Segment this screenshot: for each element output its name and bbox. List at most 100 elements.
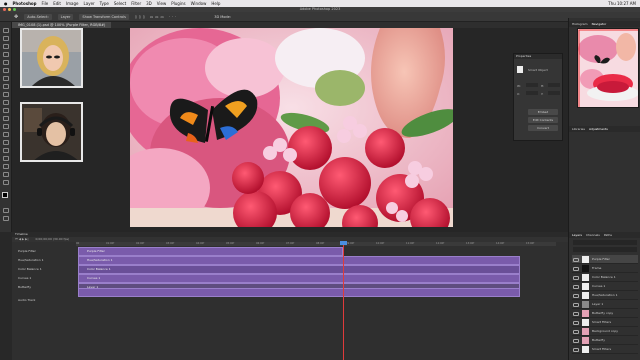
minimize-window-icon[interactable] <box>8 8 11 11</box>
tab-histogram[interactable]: Histogram <box>572 21 588 27</box>
menu-help[interactable]: Help <box>211 0 220 7</box>
track-name[interactable]: Butterfly <box>18 283 74 292</box>
layer-row[interactable]: Layer 1 <box>572 300 638 309</box>
clone-stamp-tool-icon[interactable] <box>3 92 9 97</box>
align-icons[interactable]: ▯▯▯ ▭▭▭ ··· <box>135 12 178 22</box>
menu-3d[interactable]: 3D <box>146 0 152 7</box>
layer-name[interactable]: Curves 1 <box>592 282 605 291</box>
playhead-handle[interactable] <box>340 241 347 245</box>
path-selection-tool-icon[interactable] <box>3 156 9 161</box>
menu-layer[interactable]: Layer <box>84 0 95 7</box>
track-name[interactable]: Purple Filter <box>18 247 74 256</box>
screen-mode-icon[interactable] <box>3 216 9 221</box>
menu-file[interactable]: File <box>42 0 49 7</box>
eye-icon[interactable] <box>573 303 579 307</box>
eye-icon[interactable] <box>573 312 579 316</box>
eye-icon[interactable] <box>573 348 579 352</box>
embed-button[interactable]: Embed <box>528 109 558 115</box>
brush-tool-icon[interactable] <box>3 84 9 89</box>
dodge-tool-icon[interactable] <box>3 132 9 137</box>
layer-name[interactable]: Purple Filter <box>592 255 610 264</box>
x-field[interactable] <box>526 91 538 95</box>
layer-name[interactable]: Smart Filters <box>592 345 611 354</box>
document-canvas[interactable] <box>130 28 453 227</box>
navigator-thumbnail[interactable] <box>577 28 639 108</box>
menu-edit[interactable]: Edit <box>53 0 61 7</box>
track-name[interactable]: Hue/Saturation 1 <box>18 256 74 265</box>
lasso-tool-icon[interactable] <box>3 44 9 49</box>
foreground-color-swatch[interactable] <box>2 192 8 198</box>
layer-row[interactable]: Frame <box>572 264 638 273</box>
layer-name[interactable]: Smart Filters <box>592 318 611 327</box>
layer-name[interactable]: Hue/Saturation 1 <box>592 291 618 300</box>
layer-row[interactable]: Curves 1 <box>572 282 638 291</box>
menu-type[interactable]: Type <box>100 0 109 7</box>
marquee-tool-icon[interactable] <box>3 36 9 41</box>
track-name[interactable]: Audio Track <box>18 296 74 305</box>
layer-row[interactable]: Purple Filter <box>572 255 638 264</box>
tab-layers[interactable]: Layers <box>572 232 582 238</box>
layer-row[interactable]: Butterfly <box>572 336 638 345</box>
type-tool-icon[interactable] <box>3 148 9 153</box>
layer-name[interactable]: Butterfly <box>592 336 605 345</box>
eyedropper-tool-icon[interactable] <box>3 68 9 73</box>
timeline-ruler[interactable]: 00 01:00f 02:00f 03:00f 04:00f 05:00f 06… <box>76 242 556 246</box>
layer-name[interactable]: Butterfly copy <box>592 309 613 318</box>
move-tool-icon[interactable]: ✥ <box>14 12 18 22</box>
layer-row[interactable]: Color Balance 1 <box>572 273 638 282</box>
eye-icon[interactable] <box>573 321 579 325</box>
layer-row[interactable]: Smart Filters <box>572 345 638 354</box>
timeline-clip[interactable]: Color Balance 1 <box>78 265 520 274</box>
track-name[interactable]: Color Balance 1 <box>18 265 74 274</box>
convert-button[interactable]: Convert <box>528 125 558 131</box>
layer-name[interactable]: Background copy <box>592 327 618 336</box>
auto-select-target-select[interactable]: Layer <box>57 13 74 20</box>
blend-mode-select[interactable] <box>573 247 637 252</box>
menu-window[interactable]: Window <box>191 0 207 7</box>
timeline-clip[interactable]: Curves 1 <box>78 274 520 283</box>
menu-app-name[interactable]: Photoshop <box>13 0 37 7</box>
layer-name[interactable]: Layer 1 <box>592 300 603 309</box>
menu-select[interactable]: Select <box>114 0 126 7</box>
pen-tool-icon[interactable] <box>3 140 9 145</box>
edit-contents-button[interactable]: Edit Contents <box>528 117 558 123</box>
layer-row[interactable]: Hue/Saturation 1 <box>572 291 638 300</box>
h-field[interactable] <box>548 83 560 87</box>
gradient-tool-icon[interactable] <box>3 116 9 121</box>
rectangle-tool-icon[interactable] <box>3 164 9 169</box>
close-window-icon[interactable] <box>3 8 6 11</box>
timeline-clip[interactable]: Hue/Saturation 1 <box>78 256 520 265</box>
eye-icon[interactable] <box>573 258 579 262</box>
y-field[interactable] <box>548 91 560 95</box>
quick-select-tool-icon[interactable] <box>3 52 9 57</box>
layer-name[interactable]: Frame <box>592 264 601 273</box>
apple-menu-icon[interactable]: ● <box>4 0 8 7</box>
layers-filter-bar[interactable] <box>573 240 637 245</box>
history-brush-tool-icon[interactable] <box>3 100 9 105</box>
menubar-clock[interactable]: Thu 10:27 AM <box>608 0 636 7</box>
auto-select-checkbox[interactable]: Auto-Select: <box>24 13 52 20</box>
menu-plugins[interactable]: Plugins <box>171 0 185 7</box>
eye-icon[interactable] <box>573 294 579 298</box>
menu-view[interactable]: View <box>157 0 167 7</box>
track-name[interactable]: Curves 1 <box>18 274 74 283</box>
playhead-line[interactable] <box>343 242 344 360</box>
menu-filter[interactable]: Filter <box>131 0 141 7</box>
layer-row[interactable]: Butterfly copy <box>572 309 638 318</box>
layer-name[interactable]: Color Balance 1 <box>592 273 616 282</box>
healing-brush-tool-icon[interactable] <box>3 76 9 81</box>
layer-row[interactable]: Background copy <box>572 327 638 336</box>
menu-image[interactable]: Image <box>66 0 79 7</box>
eraser-tool-icon[interactable] <box>3 108 9 113</box>
eye-icon[interactable] <box>573 276 579 280</box>
tab-paths[interactable]: Paths <box>604 232 612 238</box>
quick-mask-icon[interactable] <box>3 208 9 213</box>
hand-tool-icon[interactable] <box>3 172 9 177</box>
show-transform-controls-checkbox[interactable]: Show Transform Controls <box>79 13 129 20</box>
move-tool-icon[interactable] <box>3 28 9 33</box>
w-field[interactable] <box>526 83 538 87</box>
layer-row[interactable]: Smart Filters <box>572 318 638 327</box>
eye-icon[interactable] <box>573 339 579 343</box>
zoom-tool-icon[interactable] <box>3 180 9 185</box>
tab-navigator[interactable]: Navigator <box>592 21 607 27</box>
